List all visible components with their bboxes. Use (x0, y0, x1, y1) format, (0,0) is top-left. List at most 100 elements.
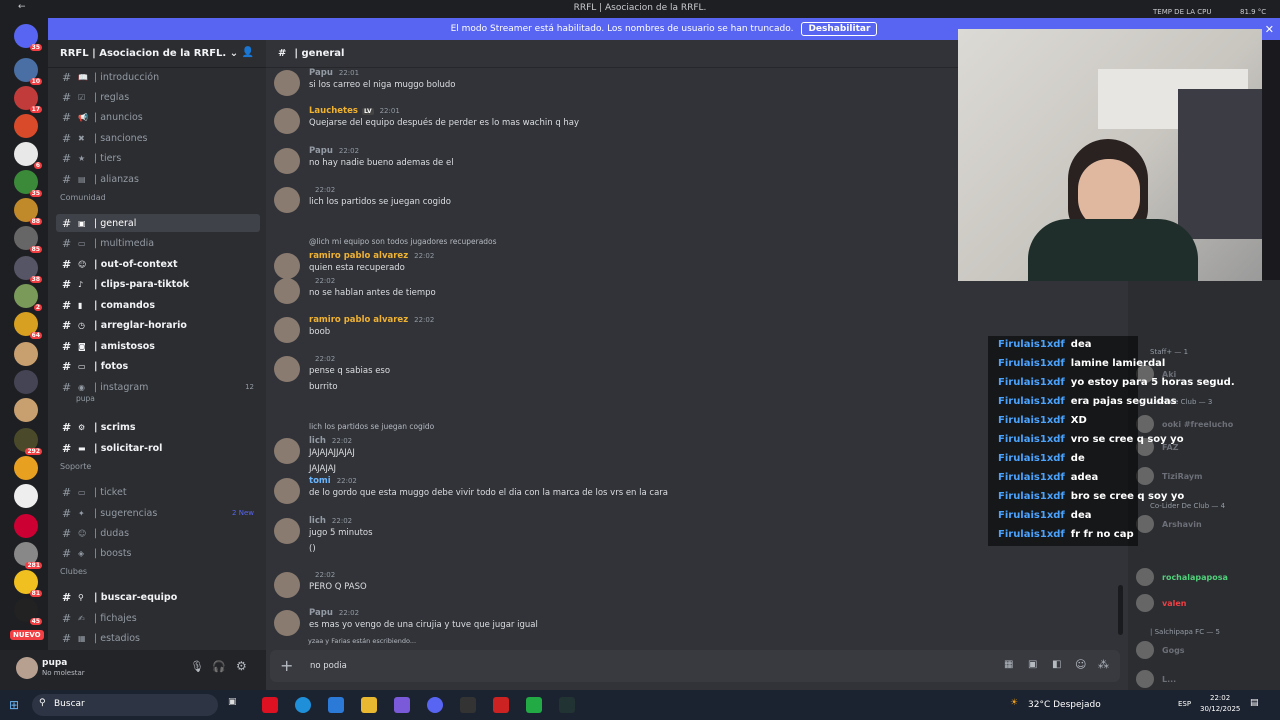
app-icon[interactable] (526, 697, 542, 713)
server-icon[interactable]: 85 (14, 226, 42, 253)
channel-item[interactable]: # ▭ | ticket (56, 483, 260, 501)
member-item[interactable]: rochalapaposa (1162, 573, 1228, 582)
avatar[interactable] (274, 438, 300, 464)
author-name[interactable]: Papu (309, 146, 333, 156)
gift-icon[interactable]: ▦ (1004, 659, 1013, 670)
channel-item[interactable]: # ▣ | general (56, 214, 260, 232)
app-icon[interactable] (559, 697, 575, 713)
server-icon[interactable] (14, 514, 38, 538)
message-author[interactable]: Papu 22:02 (309, 608, 359, 618)
channel-item[interactable]: # ▦ | estadios (56, 629, 260, 647)
server-icon[interactable]: 17 (14, 86, 42, 113)
category-header[interactable]: Comunidad (60, 193, 106, 202)
language-indicator[interactable]: ESP (1178, 700, 1191, 708)
avatar[interactable] (1136, 641, 1154, 659)
member-item[interactable]: Gogs (1162, 646, 1185, 655)
author-name[interactable]: ramiro pablo alvarez (309, 315, 408, 325)
add-member-icon[interactable]: 👤 (242, 47, 254, 58)
member-item[interactable]: Arshavin (1162, 520, 1202, 529)
microphone-icon[interactable]: 🎙 (190, 660, 204, 673)
notification-icon[interactable]: ▤ (1250, 698, 1259, 708)
avatar[interactable] (274, 108, 300, 134)
channel-item[interactable]: # ◷ | arreglar-horario (56, 316, 260, 334)
server-icon[interactable]: 88 (14, 198, 42, 225)
reply-preview[interactable]: lich los partidos se juegan cogido (309, 422, 434, 431)
channel-item[interactable]: # ▭ | fotos (56, 357, 260, 375)
message-author[interactable]: lich 22:02 (309, 436, 352, 446)
channel-item[interactable]: # 📢 | anuncios (56, 108, 260, 126)
author-name[interactable]: Lauchetes (309, 106, 358, 116)
reply-preview[interactable]: @lich mi equipo son todos jugadores recu… (309, 237, 497, 246)
avatar[interactable] (1136, 670, 1154, 688)
app-icon[interactable] (493, 697, 509, 713)
member-item[interactable]: TiziRaym (1162, 472, 1202, 481)
headphones-icon[interactable]: 🎧 (212, 660, 226, 673)
channel-item[interactable]: # ✦ | sugerencias 2 New (56, 504, 260, 522)
message-author[interactable]: Papu 22:02 (309, 146, 359, 156)
server-icon[interactable]: 6 (14, 142, 42, 169)
avatar[interactable] (1136, 467, 1154, 485)
server-icon[interactable] (14, 484, 38, 508)
clock-date[interactable]: 30/12/2025 (1200, 705, 1240, 713)
clock-time[interactable]: 22:02 (1210, 694, 1230, 702)
member-item[interactable]: valen (1162, 599, 1186, 608)
message-author[interactable]: 22:02 (309, 185, 335, 195)
message-author[interactable]: 22:02 (309, 354, 335, 364)
channel-item[interactable]: # ✍ | fichajes (56, 609, 260, 627)
avatar[interactable] (274, 253, 300, 279)
server-icon[interactable] (14, 114, 38, 138)
add-attachment-icon[interactable]: + (280, 656, 293, 675)
close-icon[interactable]: ✕ (1265, 23, 1274, 36)
store-icon[interactable] (328, 697, 344, 713)
channel-item[interactable]: # ★ | tiers (56, 149, 260, 167)
guild-header[interactable]: RRFL | Asociacion de la RRFL. ⌄ 👤 (48, 40, 266, 68)
thread-item[interactable]: pupa (76, 394, 95, 403)
author-name[interactable]: tomi (309, 476, 331, 486)
member-item[interactable]: L... (1162, 675, 1176, 684)
server-icon[interactable]: 281 (14, 542, 42, 569)
channel-item[interactable]: # ☑ | reglas (56, 88, 260, 106)
avatar[interactable] (274, 278, 300, 304)
task-view-icon[interactable]: ▣ (228, 697, 244, 713)
avatar[interactable] (274, 572, 300, 598)
message-author[interactable]: ramiro pablo alvarez 22:02 (309, 251, 434, 261)
app-icon[interactable] (460, 697, 476, 713)
gif-icon[interactable]: ▣ (1028, 659, 1037, 670)
avatar[interactable] (1136, 415, 1154, 433)
server-icon[interactable]: 2 (14, 284, 42, 311)
avatar[interactable] (1136, 594, 1154, 612)
channel-item[interactable]: # ♪ | clips-para-tiktok (56, 275, 260, 293)
channel-item[interactable]: # ▮ | comandos (56, 296, 260, 314)
message-author[interactable]: ramiro pablo alvarez 22:02 (309, 315, 434, 325)
edge-icon[interactable] (295, 697, 311, 713)
channel-item[interactable]: # ▬ | solicitar-rol (56, 439, 260, 457)
avatar[interactable] (274, 187, 300, 213)
server-icon[interactable] (14, 370, 38, 394)
avatar[interactable] (274, 148, 300, 174)
windows-start-icon[interactable]: ⊞ (9, 698, 19, 712)
message-author[interactable]: tomi 22:02 (309, 476, 357, 486)
category-header[interactable]: Soporte (60, 462, 91, 471)
message-author[interactable]: Lauchetes LV 22:01 (309, 106, 400, 116)
server-icon[interactable]: 64 (14, 312, 42, 339)
channel-item[interactable]: # ✖ | sanciones (56, 129, 260, 147)
channel-item[interactable]: # 📖 | introducción (56, 68, 260, 86)
gear-icon[interactable]: ⚙ (236, 659, 247, 673)
channel-item[interactable]: # ☺ | out-of-context (56, 255, 260, 273)
disable-streamer-button[interactable]: Deshabilitar (801, 22, 878, 36)
message-author[interactable]: 22:02 (309, 570, 335, 580)
server-icon[interactable] (14, 342, 38, 366)
server-icon[interactable]: 292 (14, 428, 42, 455)
server-icon[interactable]: 81 (14, 570, 42, 597)
category-header[interactable]: Clubes (60, 567, 87, 576)
author-name[interactable]: Papu (309, 68, 333, 78)
channel-item[interactable]: # ⚙ | scrims (56, 418, 260, 436)
avatar[interactable] (274, 518, 300, 544)
avatar[interactable] (274, 478, 300, 504)
message-author[interactable]: lich 22:02 (309, 516, 352, 526)
author-name[interactable]: Papu (309, 608, 333, 618)
author-name[interactable]: lich (309, 436, 326, 446)
discord-home-icon[interactable]: 35 (14, 24, 42, 51)
copilot-icon[interactable] (394, 697, 410, 713)
channel-item[interactable]: # ⚲ | buscar-equipo (56, 588, 260, 606)
